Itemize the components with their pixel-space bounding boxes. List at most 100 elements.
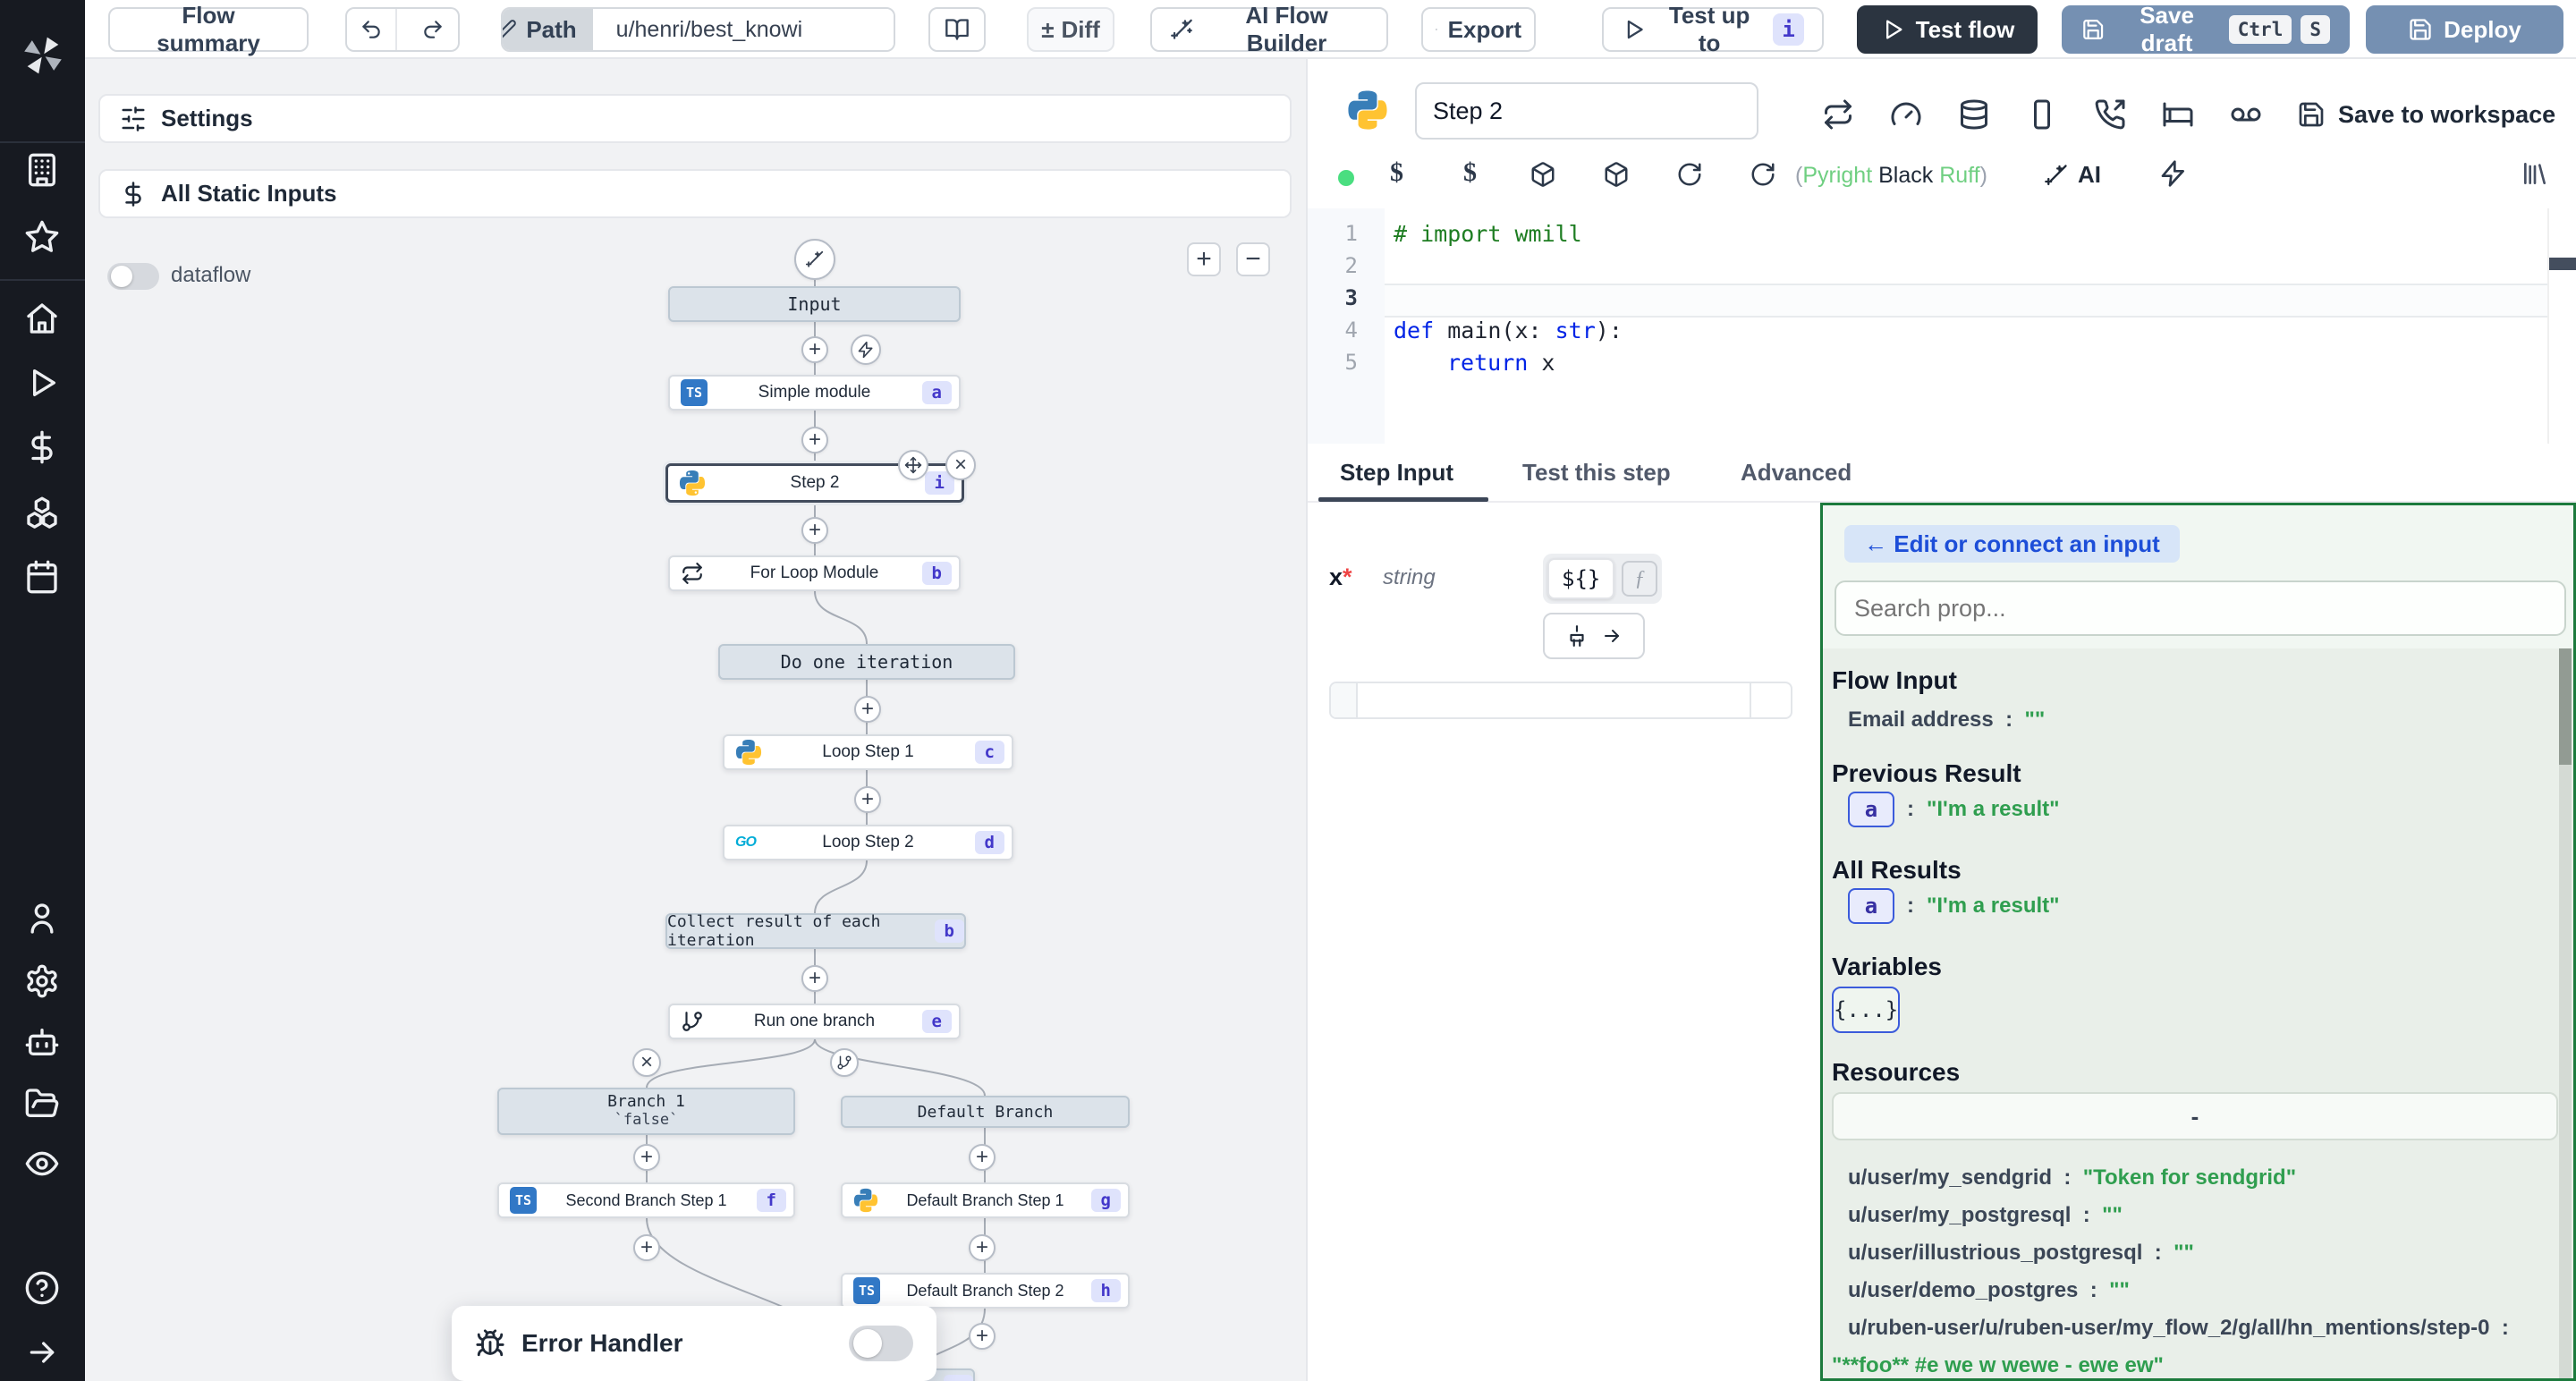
scrollbar-track[interactable] (2559, 648, 2572, 1381)
move-step-handle[interactable] (898, 450, 928, 480)
users-icon[interactable] (24, 901, 60, 936)
remove-branch-button[interactable] (632, 1048, 661, 1077)
variables-dollar-icon[interactable] (24, 429, 60, 465)
insert-step-button[interactable] (633, 1144, 660, 1171)
edit-or-connect-back-button[interactable]: ← Edit or connect an input (1844, 525, 2180, 563)
docs-book-button[interactable] (928, 7, 986, 52)
template-mode-button[interactable]: ${} (1547, 558, 1614, 599)
package-icon[interactable] (1530, 161, 1556, 192)
settings-gear-icon[interactable] (24, 963, 60, 999)
javascript-mode-button[interactable]: ƒ (1622, 561, 1657, 597)
arrow-right-icon[interactable] (1601, 625, 1623, 647)
instant-preview-bolt-icon[interactable] (2159, 159, 2188, 192)
mock-voicemail-icon[interactable] (2230, 98, 2262, 135)
zoom-in-button[interactable]: + (1187, 242, 1221, 276)
undo-icon[interactable] (347, 9, 397, 50)
folders-icon[interactable] (24, 1086, 60, 1122)
flow-canvas[interactable]: Settings All Static Inputs dataflow (85, 59, 1306, 1381)
save-to-workspace-button[interactable]: Save to workspace (2297, 100, 2555, 129)
help-icon[interactable] (24, 1270, 60, 1306)
plug-icon[interactable] (1565, 624, 1589, 648)
resource-row[interactable]: u/user/demo_postgres : "" (1848, 1278, 2130, 1303)
windmill-logo-icon[interactable] (20, 32, 66, 79)
audit-eye-icon[interactable] (24, 1146, 60, 1182)
insert-step-button[interactable] (969, 1144, 996, 1171)
all-results-row[interactable]: a : "I'm a result" (1848, 888, 2060, 924)
test-up-to-button[interactable]: Test up to i (1602, 7, 1824, 52)
insert-step-button[interactable] (801, 336, 828, 363)
variable-picker-icon[interactable]: $ (1390, 157, 1403, 188)
export-button[interactable]: Export (1421, 7, 1536, 52)
previous-result-row[interactable]: a : "I'm a result" (1848, 792, 2060, 827)
resource-row[interactable]: u/ruben-user/u/ruben-user/my_flow_2/g/al… (1848, 1316, 2509, 1341)
code-minimap[interactable] (2547, 208, 2576, 444)
library-panel-icon[interactable] (2521, 159, 2549, 192)
insert-step-button[interactable] (969, 1323, 996, 1350)
schedules-calendar-icon[interactable] (24, 559, 60, 595)
flow-node-default-branch-step-2[interactable]: TS Default Branch Step 2 h (841, 1273, 1130, 1309)
add-branch-button[interactable] (830, 1048, 859, 1077)
path-label-segment[interactable]: Path (501, 9, 593, 50)
ai-suggest-wand-button[interactable] (794, 239, 835, 280)
insert-step-button[interactable] (969, 1234, 996, 1261)
workers-robot-icon[interactable] (24, 1024, 60, 1060)
resources-boxes-icon[interactable] (24, 495, 60, 530)
flow-node-do-one-iteration[interactable]: Do one iteration (718, 644, 1015, 680)
diff-button[interactable]: ± Diff (1027, 7, 1114, 52)
flow-node-simple-module[interactable]: TS Simple module a (668, 375, 961, 411)
insert-step-button[interactable] (801, 965, 828, 992)
insert-step-button[interactable] (854, 696, 881, 723)
path-input[interactable] (604, 9, 895, 50)
variables-expand-chip[interactable]: {...} (1832, 987, 1900, 1033)
tab-test-this-step[interactable]: Test this step (1522, 459, 1671, 487)
flow-input-row[interactable]: Email address : "" (1848, 707, 2045, 733)
tab-step-input[interactable]: Step Input (1340, 459, 1453, 487)
package-icon[interactable] (1603, 161, 1630, 192)
resource-row[interactable]: u/user/my_postgresql : "" (1848, 1203, 2123, 1228)
cache-database-icon[interactable] (1958, 98, 1990, 135)
arg-value-input[interactable] (1358, 683, 1750, 717)
home-icon[interactable] (24, 301, 60, 336)
insert-step-button[interactable] (854, 786, 881, 813)
flow-node-default-branch[interactable]: Default Branch (841, 1096, 1130, 1128)
collapse-arrow-icon[interactable] (24, 1334, 60, 1370)
deploy-button[interactable]: Deploy (2366, 5, 2563, 54)
test-flow-button[interactable]: Test flow (1857, 5, 2038, 54)
favorites-star-icon[interactable] (24, 219, 60, 255)
flow-node-collect-result[interactable]: Collect result of each iteration b (665, 913, 966, 949)
resource-row[interactable]: u/user/my_sendgrid : "Token for sendgrid… (1848, 1165, 2296, 1190)
zoom-out-button[interactable]: − (1236, 242, 1270, 276)
input-drag-handle[interactable] (1331, 683, 1358, 717)
tab-advanced[interactable]: Advanced (1741, 459, 1852, 487)
ai-flow-builder-button[interactable]: AI Flow Builder (1150, 7, 1388, 52)
flow-node-input[interactable]: Input (668, 286, 961, 322)
scrollbar-thumb[interactable] (2559, 648, 2572, 765)
trigger-bolt-button[interactable] (851, 335, 881, 365)
flow-node-default-branch-step-1[interactable]: Default Branch Step 1 g (841, 1182, 1130, 1218)
flow-node-loop-step-2[interactable]: GO Loop Step 2 d (723, 825, 1013, 860)
redo-icon[interactable] (408, 18, 458, 41)
workspace-building-icon[interactable] (24, 152, 60, 188)
result-id-chip[interactable]: a (1848, 888, 1894, 924)
reload-icon[interactable] (1750, 161, 1776, 192)
reload-icon[interactable] (1676, 161, 1703, 192)
insert-step-button[interactable] (801, 427, 828, 453)
flow-node-loop-step-1[interactable]: Loop Step 1 c (723, 734, 1013, 770)
resource-row[interactable]: "**foo** #e we w wewe - ewe ew" (1832, 1353, 2164, 1378)
delete-step-button[interactable] (945, 450, 976, 480)
flow-node-branch-1[interactable]: Branch 1 `false` (497, 1088, 795, 1135)
save-draft-button[interactable]: Save draft Ctrl S (2062, 5, 2350, 54)
flow-summary-button[interactable]: Flow summary (108, 7, 309, 52)
result-id-chip[interactable]: a (1848, 792, 1894, 827)
resources-empty-box[interactable]: - (1832, 1092, 2558, 1140)
code-editor[interactable]: 1 2 3 4 5 # import wmill def main(x: str… (1308, 208, 2576, 444)
flow-node-run-one-branch[interactable]: Run one branch e (668, 1004, 961, 1039)
ai-gen-button[interactable]: AI (2044, 161, 2101, 189)
flow-node-second-branch-step-1[interactable]: TS Second Branch Step 1 f (497, 1182, 795, 1218)
resource-row[interactable]: u/user/illustrious_postgresql : "" (1848, 1241, 2194, 1266)
early-stop-icon[interactable] (2026, 98, 2058, 135)
retries-repeat-icon[interactable] (1822, 98, 1854, 135)
resource-picker-icon[interactable]: $ (1463, 157, 1477, 188)
sleep-bed-icon[interactable] (2162, 98, 2194, 135)
runs-play-icon[interactable] (24, 365, 60, 401)
